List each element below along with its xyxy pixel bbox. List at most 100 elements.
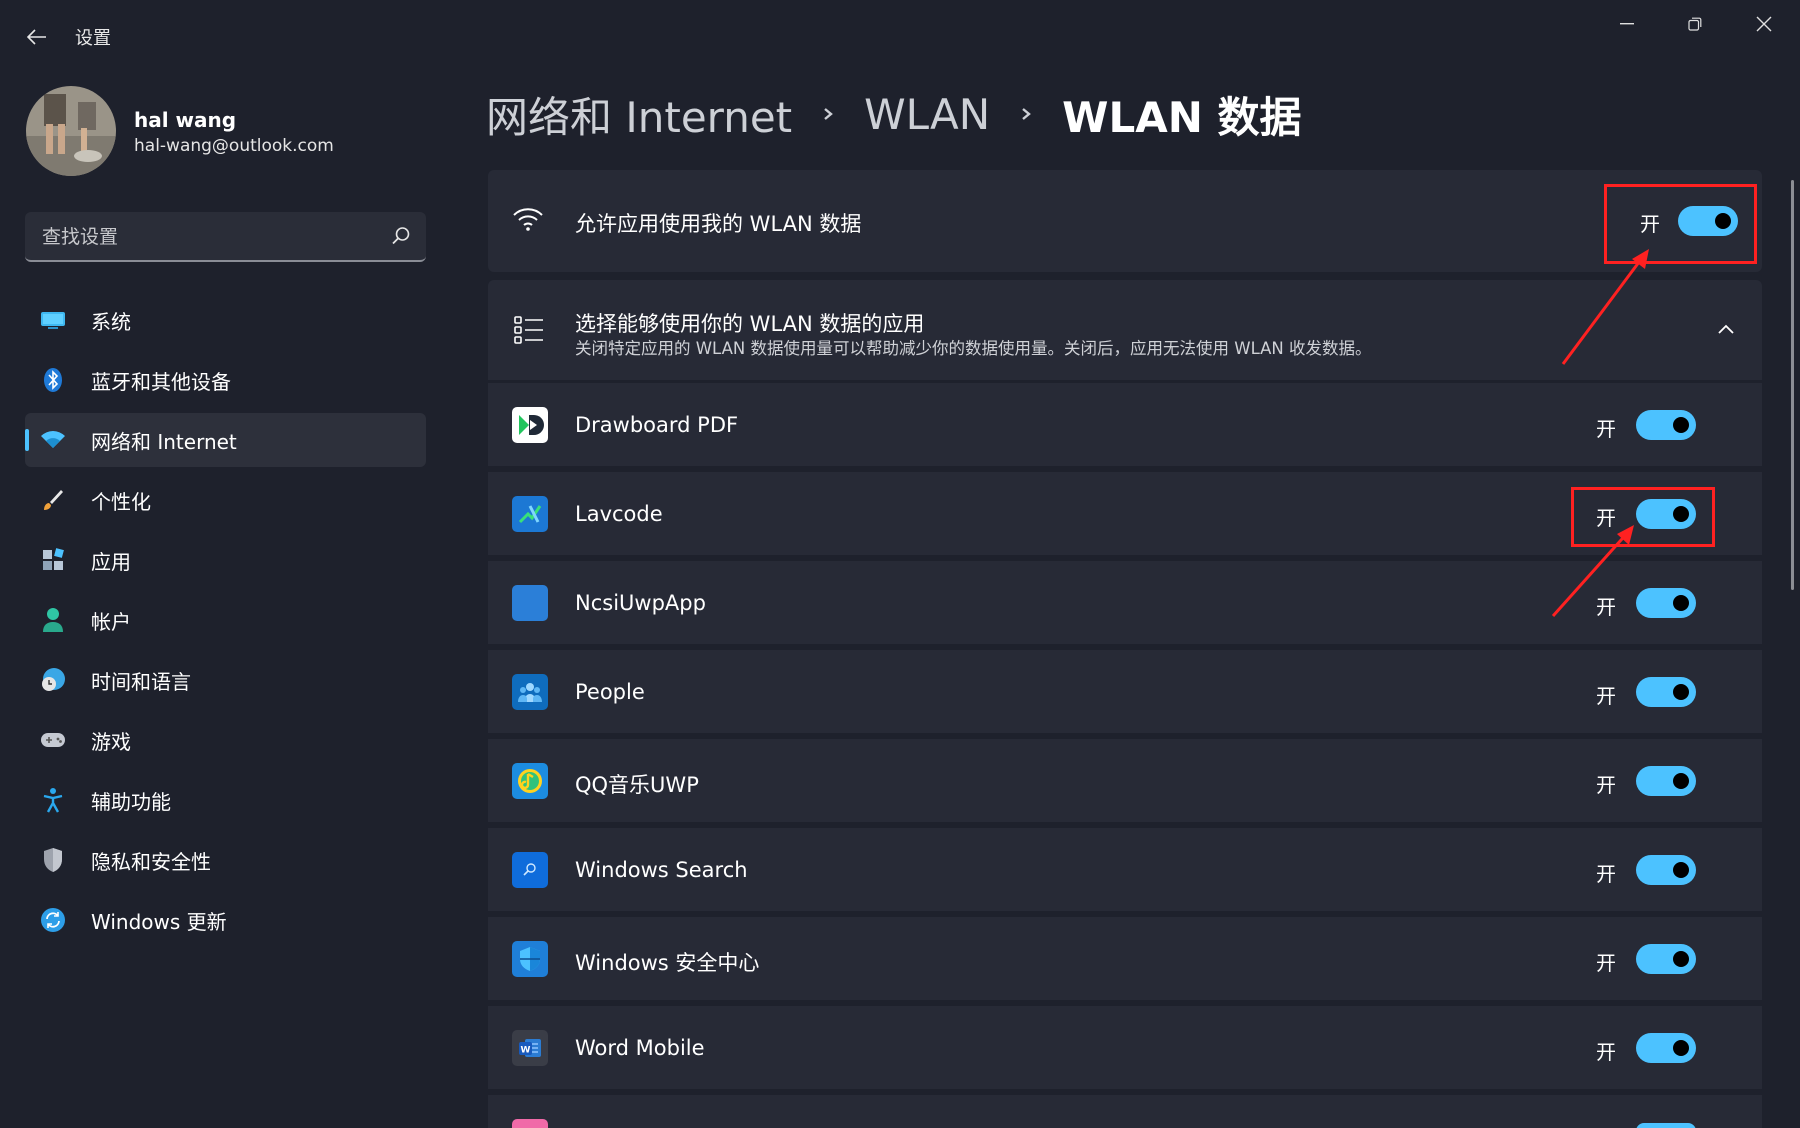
- app-row-partial: [488, 1092, 1762, 1128]
- arrow-left-icon: [27, 29, 46, 45]
- sidebar-item-privacy[interactable]: 隐私和安全性: [25, 833, 426, 887]
- gamepad-icon: [40, 727, 66, 753]
- scrollbar[interactable]: [1791, 180, 1794, 590]
- sidebar-item-label: Windows 更新: [91, 909, 227, 934]
- search-input[interactable]: [42, 224, 372, 250]
- list-icon: [514, 316, 543, 344]
- wlan-data-setting-card: 允许应用使用我的 WLAN 数据 开: [488, 170, 1762, 272]
- sidebar-item-label: 游戏: [91, 729, 131, 754]
- sidebar-item-label: 辅助功能: [91, 789, 171, 814]
- user-name: hal wang: [134, 108, 237, 132]
- sidebar-item-label: 网络和 Internet: [91, 429, 237, 454]
- sidebar-nav: 系统 蓝牙和其他设备 网络和 Internet 个性化 应用 帐户 时间和语言 …: [25, 293, 426, 953]
- avatar[interactable]: [26, 86, 116, 176]
- sidebar-item-time-language[interactable]: 时间和语言: [25, 653, 426, 707]
- ncsiuwpapp-icon: [512, 585, 548, 621]
- toggle-knob: [1673, 684, 1689, 700]
- chevron-right-icon: [824, 108, 833, 120]
- title-bar: 设置: [0, 0, 1800, 70]
- toggle-state-label: 开: [1596, 773, 1616, 797]
- apps-section-header[interactable]: 选择能够使用你的 WLAN 数据的应用 关闭特定应用的 WLAN 数据使用量可以…: [488, 280, 1762, 380]
- app-name: Word Mobile: [575, 1036, 705, 1060]
- chevron-right-icon: [1022, 108, 1032, 120]
- sidebar-item-label: 个性化: [91, 489, 151, 514]
- app-toggle-windows-security[interactable]: [1636, 944, 1696, 974]
- shield-icon: [40, 847, 66, 873]
- app-name: Windows 安全中心: [575, 951, 760, 975]
- svg-text:W: W: [521, 1046, 531, 1056]
- accessibility-icon: [40, 787, 66, 813]
- app-name: QQ音乐UWP: [575, 773, 699, 797]
- sidebar-item-accounts[interactable]: 帐户: [25, 593, 426, 647]
- minimize-button[interactable]: [1604, 12, 1650, 36]
- app-row-windows-security: Windows 安全中心 开: [488, 914, 1762, 1000]
- app-toggle-ncsiuwpapp[interactable]: [1636, 588, 1696, 618]
- settings-window: 设置 hal wang hal-wang@outlook.com 查找设置 系统…: [0, 0, 1800, 1128]
- app-toggle-drawboard-pdf[interactable]: [1636, 410, 1696, 440]
- toggle-state-label: 开: [1596, 595, 1616, 619]
- app-toggle-windows-search[interactable]: [1636, 855, 1696, 885]
- wifi-icon: [513, 208, 543, 231]
- sidebar-item-accessibility[interactable]: 辅助功能: [25, 773, 426, 827]
- app-title: 设置: [75, 28, 111, 49]
- breadcrumb-item-network[interactable]: 网络和 Internet: [486, 84, 792, 145]
- page-title: WLAN 数据: [1062, 92, 1302, 142]
- restore-button[interactable]: [1672, 12, 1718, 36]
- close-icon: [1756, 16, 1772, 32]
- drawboard-pdf-icon: [512, 407, 548, 443]
- sidebar-item-label: 帐户: [91, 609, 131, 634]
- highlight-box-lavcode-toggle: [1571, 487, 1715, 547]
- sidebar-item-windows-update[interactable]: Windows 更新: [25, 893, 426, 947]
- toggle-knob: [1673, 595, 1689, 611]
- toggle-knob: [1673, 1040, 1689, 1056]
- wifi-icon: [40, 427, 66, 453]
- app-toggle-partial[interactable]: [1636, 1123, 1696, 1128]
- close-button[interactable]: [1741, 12, 1787, 36]
- app-name: NcsiUwpApp: [575, 591, 706, 615]
- back-button[interactable]: [22, 22, 52, 52]
- sidebar-item-label: 系统: [91, 309, 131, 334]
- windows-security-icon: [512, 941, 548, 977]
- toggle-state-label: 开: [1596, 1040, 1616, 1064]
- breadcrumb: 网络和 Internet WLAN WLAN 数据: [486, 84, 1302, 144]
- sidebar-item-bluetooth[interactable]: 蓝牙和其他设备: [25, 353, 426, 407]
- search-icon[interactable]: [390, 225, 412, 247]
- app-toggle-people[interactable]: [1636, 677, 1696, 707]
- app-toggle-word-mobile[interactable]: [1636, 1033, 1696, 1063]
- sidebar-item-label: 应用: [91, 549, 131, 574]
- account-icon: [40, 607, 66, 633]
- toggle-state-label: 开: [1596, 417, 1616, 441]
- apps-section-description: 关闭特定应用的 WLAN 数据使用量可以帮助减少你的数据使用量。关闭后，应用无法…: [575, 339, 1372, 358]
- sidebar-item-system[interactable]: 系统: [25, 293, 426, 347]
- app-icon-partial: [512, 1119, 548, 1128]
- sidebar-item-network[interactable]: 网络和 Internet: [25, 413, 426, 467]
- app-name: People: [575, 680, 645, 704]
- people-icon: [512, 674, 548, 710]
- app-row-word-mobile: W Word Mobile 开: [488, 1003, 1762, 1089]
- windows-search-icon: [512, 852, 548, 888]
- restore-icon: [1688, 17, 1702, 31]
- app-name: Windows Search: [575, 858, 748, 882]
- sidebar-item-label: 蓝牙和其他设备: [91, 369, 231, 394]
- chevron-up-icon[interactable]: [1716, 322, 1736, 336]
- toggle-knob: [1673, 862, 1689, 878]
- apps-icon: [40, 547, 66, 573]
- word-mobile-icon: W: [512, 1030, 548, 1066]
- sidebar-item-label: 隐私和安全性: [91, 849, 211, 874]
- app-name: Lavcode: [575, 502, 663, 526]
- sidebar-item-gaming[interactable]: 游戏: [25, 713, 426, 767]
- update-icon: [40, 907, 66, 933]
- time-language-icon: [40, 667, 66, 693]
- app-row-qq-music: QQ音乐UWP 开: [488, 736, 1762, 822]
- minimize-icon: [1620, 23, 1634, 25]
- breadcrumb-item-wlan[interactable]: WLAN: [864, 90, 990, 139]
- search-box[interactable]: [25, 212, 426, 262]
- user-email: hal-wang@outlook.com: [134, 136, 334, 156]
- sidebar-item-apps[interactable]: 应用: [25, 533, 426, 587]
- sidebar-item-personalization[interactable]: 个性化: [25, 473, 426, 527]
- app-toggle-qq-music[interactable]: [1636, 766, 1696, 796]
- toggle-knob: [1673, 951, 1689, 967]
- system-icon: [40, 307, 66, 333]
- apps-section-title: 选择能够使用你的 WLAN 数据的应用: [575, 312, 925, 336]
- toggle-state-label: 开: [1596, 951, 1616, 975]
